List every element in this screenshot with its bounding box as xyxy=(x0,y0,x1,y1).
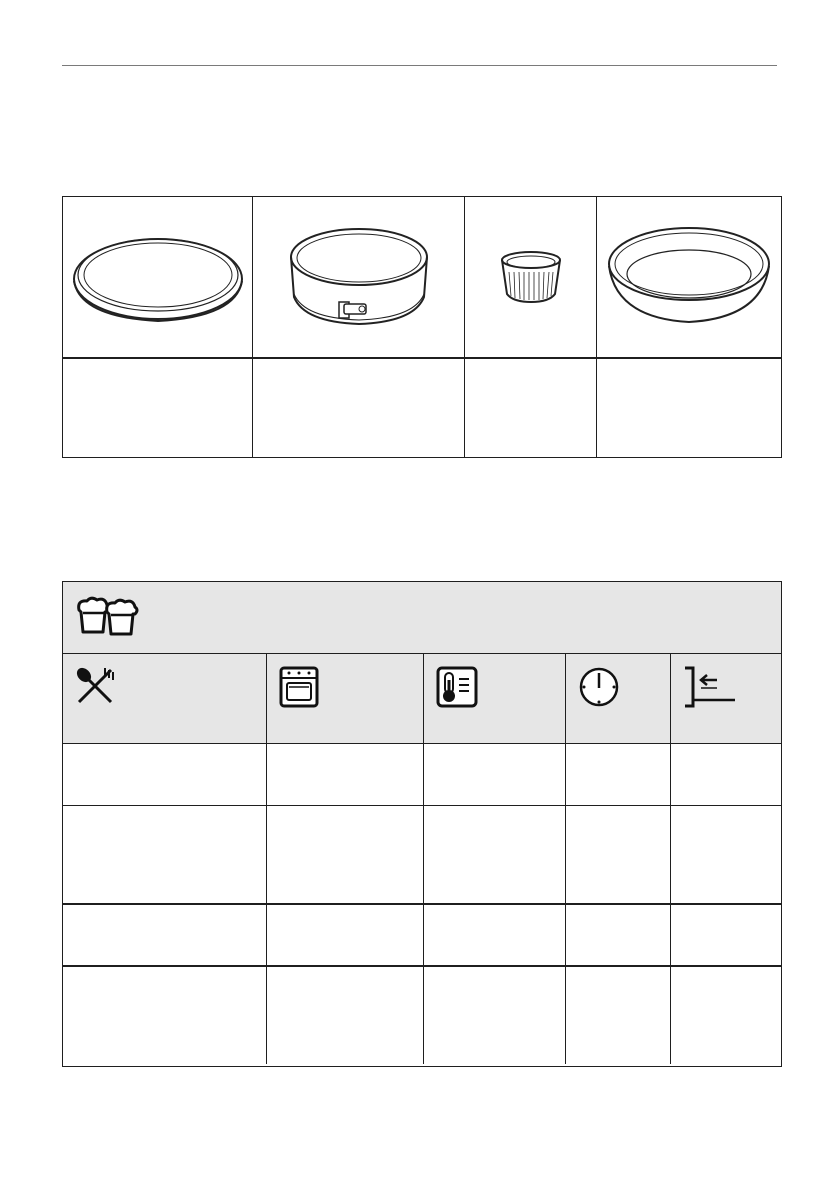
time-cell xyxy=(566,806,671,903)
bakeware-image-cell xyxy=(253,197,465,359)
table-row xyxy=(63,967,781,1064)
shelf-position-icon xyxy=(685,666,735,708)
bakeware-image-cell xyxy=(465,197,597,359)
column-header-function xyxy=(267,654,424,743)
temperature-cell xyxy=(424,806,566,903)
muffins-icon xyxy=(77,596,139,636)
ramekin-icon xyxy=(500,251,561,304)
table-row xyxy=(63,744,781,806)
shelf-cell xyxy=(671,806,781,903)
food-cell xyxy=(63,806,267,903)
temperature-cell xyxy=(424,744,566,805)
table-row xyxy=(63,905,781,967)
bakeware-label xyxy=(597,359,781,457)
temperature-cell xyxy=(424,905,566,965)
springform-pan-icon xyxy=(289,228,428,326)
bakeware-table xyxy=(62,196,782,458)
temperature-icon xyxy=(436,666,478,708)
column-header-row xyxy=(63,654,781,744)
deep-round-tin-icon xyxy=(608,227,770,324)
food-cell xyxy=(63,744,267,805)
food-cell xyxy=(63,967,267,1064)
top-divider xyxy=(62,65,777,66)
food-cell xyxy=(63,905,267,965)
bakeware-label xyxy=(253,359,465,457)
shelf-cell xyxy=(671,967,781,1064)
column-header-food xyxy=(63,654,267,743)
shelf-cell xyxy=(671,905,781,965)
column-header-shelf xyxy=(671,654,781,743)
shelf-cell xyxy=(671,744,781,805)
bakeware-label xyxy=(63,359,253,457)
time-cell xyxy=(566,967,671,1064)
function-cell xyxy=(267,806,424,903)
table-row xyxy=(63,806,781,905)
baking-table xyxy=(62,581,782,1067)
flat-baking-tin-icon xyxy=(72,238,243,323)
time-cell xyxy=(566,744,671,805)
baking-table-header xyxy=(63,582,781,654)
bakeware-image-cell xyxy=(63,197,253,359)
column-header-time xyxy=(566,654,671,743)
time-cell xyxy=(566,905,671,965)
bakeware-image-cell xyxy=(597,197,781,359)
bakeware-label xyxy=(465,359,597,457)
function-cell xyxy=(267,744,424,805)
function-cell xyxy=(267,905,424,965)
function-cell xyxy=(267,967,424,1064)
clock-icon xyxy=(579,667,619,707)
temperature-cell xyxy=(424,967,566,1064)
oven-function-icon xyxy=(279,666,319,708)
food-utensils-icon xyxy=(76,667,114,704)
column-header-temperature xyxy=(424,654,566,743)
